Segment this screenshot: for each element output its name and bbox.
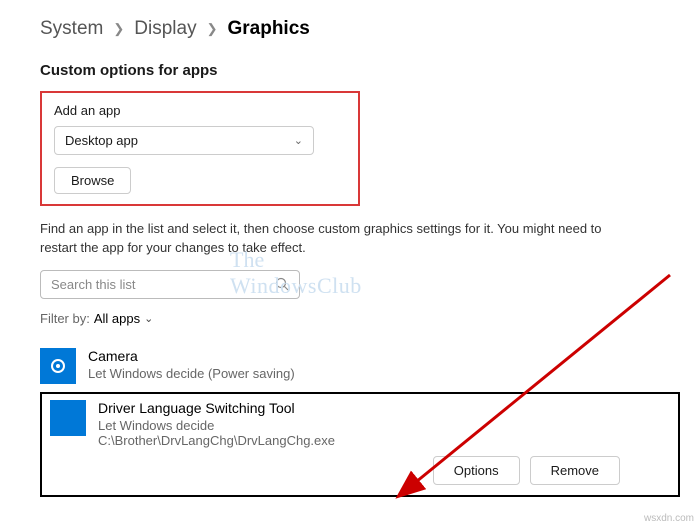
chevron-down-icon: ⌄ — [144, 312, 153, 325]
app-path: C:\Brother\DrvLangChg\DrvLangChg.exe — [98, 433, 670, 448]
remove-button[interactable]: Remove — [530, 456, 620, 485]
chevron-right-icon: ❯ — [207, 21, 218, 37]
options-button[interactable]: Options — [433, 456, 520, 485]
breadcrumb: System ❯ Display ❯ Graphics — [40, 18, 670, 40]
dropdown-value: Desktop app — [65, 133, 138, 148]
filter-label: Filter by: — [40, 311, 90, 326]
app-sub: Let Windows decide — [98, 418, 670, 433]
app-icon — [50, 400, 86, 436]
search-input[interactable]: Search this list — [40, 270, 300, 299]
search-icon — [275, 277, 289, 291]
breadcrumb-graphics: Graphics — [227, 18, 309, 40]
browse-button[interactable]: Browse — [54, 167, 131, 194]
help-text: Find an app in the list and select it, t… — [40, 220, 640, 258]
section-title: Custom options for apps — [40, 62, 670, 79]
app-name: Driver Language Switching Tool — [98, 400, 670, 416]
filter-value: All apps — [94, 311, 140, 326]
app-name: Camera — [88, 348, 660, 364]
app-item-driver-selected[interactable]: Driver Language Switching Tool Let Windo… — [40, 392, 680, 497]
chevron-right-icon: ❯ — [113, 21, 124, 37]
breadcrumb-system[interactable]: System — [40, 18, 103, 40]
app-item-camera[interactable]: Camera Let Windows decide (Power saving) — [40, 340, 660, 392]
chevron-down-icon: ⌄ — [294, 134, 303, 147]
add-app-panel: Add an app Desktop app ⌄ Browse — [40, 91, 360, 206]
add-app-label: Add an app — [54, 103, 346, 118]
breadcrumb-display[interactable]: Display — [134, 18, 196, 40]
credit-text: wsxdn.com — [644, 513, 694, 524]
app-sub: Let Windows decide (Power saving) — [88, 366, 660, 381]
camera-icon — [40, 348, 76, 384]
filter-row[interactable]: Filter by: All apps ⌄ — [40, 311, 670, 326]
search-placeholder: Search this list — [51, 277, 136, 292]
app-type-dropdown[interactable]: Desktop app ⌄ — [54, 126, 314, 155]
